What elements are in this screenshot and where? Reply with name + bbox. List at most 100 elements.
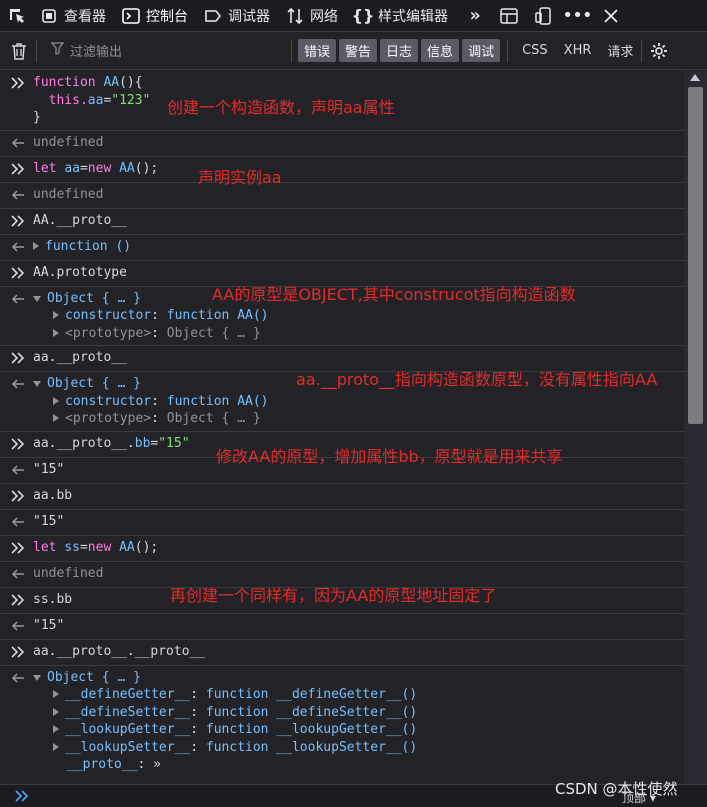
tab-console[interactable]: 控制台 [116, 0, 198, 32]
expand-triangle-icon[interactable] [53, 690, 59, 698]
console-output[interactable]: function AA(){ this.aa="123" } undefined… [0, 71, 684, 784]
code-token: (); [134, 160, 159, 176]
more-options-icon[interactable]: ••• [560, 0, 594, 32]
annotation-text: 再创建一个同样有，因为AA的原型地址固定了 [170, 586, 497, 605]
pick-element-icon[interactable] [0, 0, 34, 32]
result-value: undefined [33, 134, 104, 150]
annotation-text: 声明实例aa [198, 168, 282, 187]
level-debug-button[interactable]: 调试 [462, 39, 501, 62]
property-value: function AA() [166, 308, 269, 323]
code-token: aa [64, 160, 80, 176]
css-filter-button[interactable]: CSS [522, 43, 548, 58]
tab-network[interactable]: 网络 [280, 0, 348, 32]
tab-label: 控制台 [146, 8, 188, 25]
code-line: aa.bb [33, 487, 73, 503]
expand-triangle-icon[interactable] [53, 414, 59, 422]
chevron-down-icon: ▾ [649, 791, 656, 805]
collapse-triangle-icon[interactable] [33, 381, 41, 387]
result-arrow-icon [10, 462, 26, 478]
result-arrow-icon [10, 187, 26, 203]
property-key: <prototype> [65, 325, 152, 341]
expand-triangle-icon[interactable] [53, 328, 59, 337]
expand-triangle-icon[interactable] [53, 311, 59, 319]
expand-triangle-icon[interactable] [33, 241, 39, 250]
console-input[interactable]: let ss=new AA(); [0, 536, 684, 562]
debugger-icon [204, 7, 222, 25]
code-line: AA.prototype [33, 264, 127, 280]
filter-output-input[interactable]: 过滤输出 [50, 41, 291, 60]
console-result[interactable]: function () [0, 235, 684, 261]
input-chevron-icon [10, 213, 26, 229]
expand-triangle-icon[interactable] [53, 742, 59, 751]
property-value: function __defineGetter__() [205, 687, 418, 702]
console-input[interactable]: aa.bb [0, 484, 684, 510]
object-preview: Object { … } [47, 669, 141, 685]
annotation-text: AA的原型是OBJECT,其中construcot指向构造函数 [212, 285, 576, 304]
trash-icon[interactable] [2, 35, 36, 67]
code-line: AA.__proto__ [33, 212, 127, 228]
input-chevron-icon [10, 540, 26, 556]
watermark: CSDN @本性使然 [555, 780, 678, 798]
result-arrow-icon [10, 618, 26, 634]
console-result: "15" [0, 614, 684, 640]
level-info-button[interactable]: 信息 [421, 39, 460, 62]
split-console-icon[interactable] [492, 0, 526, 32]
collapse-triangle-icon[interactable] [33, 295, 41, 302]
property-value[interactable]: » [153, 757, 161, 772]
tab-debugger[interactable]: 调试器 [198, 0, 280, 32]
property-key: __proto__ [67, 757, 138, 772]
inspector-icon [40, 7, 58, 25]
more-tabs-chevron-icon[interactable]: » [458, 0, 492, 32]
input-chevron-icon [10, 161, 26, 177]
level-warnings-button[interactable]: 警告 [339, 39, 378, 62]
gear-icon[interactable] [642, 35, 676, 67]
tab-style-editor[interactable]: {} 样式编辑器 [348, 0, 458, 32]
code-token: = [79, 539, 88, 555]
tab-label: 样式编辑器 [378, 8, 448, 25]
result-arrow-icon [10, 670, 26, 686]
tab-label: 调试器 [228, 8, 270, 25]
toolbar-divider [36, 39, 37, 62]
tab-label: 查看器 [64, 8, 106, 25]
toolbar-divider [507, 39, 509, 62]
code-token: new [87, 160, 120, 176]
xhr-filter-button[interactable]: XHR [564, 43, 592, 58]
input-chevron-icon [10, 644, 26, 660]
property-key: __defineGetter__ [65, 687, 191, 702]
result-value: "15" [33, 617, 65, 633]
console-input[interactable]: AA.__proto__ [0, 209, 684, 235]
console-input[interactable]: aa.__proto__.__proto__ [0, 640, 684, 666]
filter-placeholder: 过滤输出 [70, 45, 123, 60]
scroll-thumb[interactable] [688, 87, 703, 424]
close-icon[interactable] [594, 0, 628, 32]
result-arrow-icon [10, 291, 26, 307]
result-arrow-icon [10, 514, 26, 530]
console-input[interactable]: let aa=new AA(); [0, 157, 684, 183]
scroll-top-button[interactable]: 顶部 ▾ [622, 789, 656, 806]
console-scrollbar[interactable] [684, 71, 707, 784]
input-chevron-icon [10, 436, 26, 452]
scroll-up-arrow-icon[interactable] [690, 74, 700, 81]
console-result: undefined [0, 183, 684, 209]
devtools-tabbar: 查看器 控制台 调试器 网络 {} 样式编辑器 » ••• [0, 0, 707, 32]
tab-inspector[interactable]: 查看器 [34, 0, 116, 32]
expand-triangle-icon[interactable] [53, 707, 59, 716]
collapse-triangle-icon[interactable] [33, 674, 41, 681]
responsive-design-icon[interactable] [526, 0, 560, 32]
property-key: constructor [65, 393, 152, 409]
expand-triangle-icon[interactable] [53, 725, 59, 733]
code-token: AA [119, 539, 135, 555]
property-value: function AA() [166, 393, 269, 409]
prompt-chevron-icon [14, 789, 30, 807]
expand-triangle-icon[interactable] [53, 396, 59, 405]
result-arrow-icon [10, 376, 26, 392]
console-result[interactable]: Object { … } __defineGetter__: function … [0, 666, 684, 777]
level-logs-button[interactable]: 日志 [380, 39, 419, 62]
level-errors-button[interactable]: 错误 [298, 39, 337, 62]
code-line: aa.__proto__.__proto__ [33, 643, 206, 659]
requests-filter-button[interactable]: 请求 [607, 41, 633, 60]
property-value: Object { … } [166, 411, 261, 426]
object-preview: Object { … } [47, 376, 141, 391]
input-chevron-icon [10, 265, 26, 281]
code-token: "123" [111, 92, 151, 108]
